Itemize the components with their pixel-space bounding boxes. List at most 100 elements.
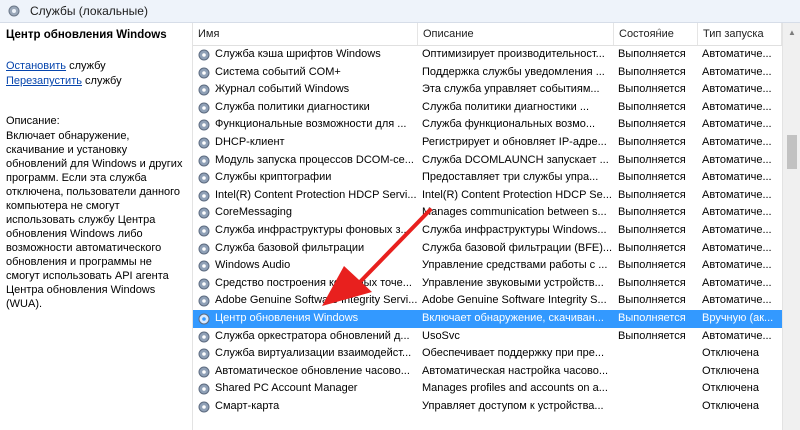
cell-startup: Отключена [702,347,759,360]
cell-name: Intel(R) Content Protection HDCP Servi..… [215,188,417,201]
cell-startup: Автоматиче... [702,259,772,272]
scroll-up-icon[interactable]: ▲ [783,23,800,41]
column-header-state[interactable]: ⌃ Состояние [614,23,698,45]
cell-name: Служба базовой фильтрации [215,241,365,254]
window-title: Службы (локальные) [30,4,148,18]
cell-startup: Автоматиче... [702,118,772,131]
cell-description: Включает обнаружение, скачиван... [422,312,604,324]
table-row[interactable]: Журнал событий Windows Эта служба управля… [193,81,782,99]
cell-state: Выполняется [618,83,686,96]
service-details-panel: Центр обновления Windows Остановить служ… [0,23,193,430]
scrollbar-thumb[interactable] [787,135,797,169]
cell-description: Управление звуковыми устройств... [422,276,604,289]
table-row[interactable]: Система событий COM+ Поддержка службы уве… [193,64,782,82]
cell-name: Функциональные возможности для ... [215,118,407,131]
cell-description: Служба политики диагностики ... [422,100,590,113]
column-header-startup[interactable]: Тип запуска [698,23,782,45]
column-header-state-label: Состояние [619,28,674,40]
cell-name: CoreMessaging [215,206,293,219]
table-row[interactable]: Adobe Genuine Software Integrity Servi..… [193,292,782,310]
cell-description: Intel(R) Content Protection HDCP Se... [422,188,612,201]
cell-description: UsoSvc [422,329,460,342]
column-header-startup-label: Тип запуска [703,28,764,40]
cell-state: Выполняется [618,48,686,60]
cell-state: Выполняется [618,206,686,219]
cell-name: Автоматическое обновление часово... [215,364,410,377]
cell-state: Выполняется [618,312,686,324]
cell-description: Служба функциональных возмо... [422,118,596,131]
sort-caret-icon: ⌃ [655,27,664,37]
cell-state [614,345,698,363]
cell-startup: Отключена [702,400,759,412]
table-row[interactable]: Службы криптографии Предоставляет три слу… [193,169,782,187]
cell-startup: Отключена [702,382,759,395]
cell-description: Эта служба управляет событиям... [422,83,600,96]
restart-service-link[interactable]: Перезапустить [6,75,82,87]
column-header-name[interactable]: Имя [193,23,418,45]
cell-name: Служба инфраструктуры фоновых з... [215,224,410,236]
column-header-description[interactable]: Описание [418,23,614,45]
stop-suffix: службу [66,60,106,72]
cell-state: Выполняется [618,188,686,201]
table-row[interactable]: CoreMessaging Manages communication betwe… [193,204,782,222]
cell-name: Adobe Genuine Software Integrity Servi..… [215,294,418,307]
table-row[interactable]: Служба кэша шрифтов Windows Оптимизирует … [193,46,782,64]
table-row[interactable]: Служба базовой фильтрации Служба базовой … [193,240,782,258]
cell-name: Средство построения конечных точе... [215,276,412,289]
cell-description: Оптимизирует производительност... [422,48,605,60]
cell-state [614,363,698,381]
cell-state: Выполняется [618,171,686,184]
cell-name: Модуль запуска процессов DCOM-се... [215,153,414,166]
cell-description: Manages profiles and accounts on a... [422,382,608,395]
description-label: Описание: [6,115,60,127]
table-row[interactable]: Windows Audio Управление средствами работ… [193,257,782,275]
cell-state: Выполняется [618,65,686,78]
cell-state [614,398,698,416]
cell-description: Служба базовой фильтрации (BFE)... [422,241,613,254]
table-row[interactable]: Модуль запуска процессов DCOM-се... Служб… [193,152,782,170]
cell-name: Смарт-карта [215,400,280,412]
table-row[interactable]: Автоматическое обновление часово... Автом… [193,363,782,381]
table-row[interactable]: Центр обновления Windows Включает обнаруж… [193,310,782,328]
cell-state: Выполняется [618,294,686,307]
cell-description: Поддержка службы уведомления ... [422,65,605,78]
table-row[interactable]: Средство построения конечных точе... Упра… [193,275,782,293]
cell-startup: Вручную (ак... [702,312,774,324]
cell-description: Регистрирует и обновляет IP-адре... [422,136,607,148]
table-row[interactable]: Служба виртуализации взаимодейст... Обесп… [193,345,782,363]
cell-startup: Автоматиче... [702,83,772,96]
table-row[interactable]: Intel(R) Content Protection HDCP Servi..… [193,187,782,205]
column-header-name-label: Имя [198,28,220,40]
cell-description: Adobe Genuine Software Integrity S... [422,294,607,307]
table-row[interactable]: Служба политики диагностики Служба полити… [193,99,782,117]
cell-startup: Автоматиче... [702,48,772,60]
table-row[interactable]: DHCP-клиент Регистрирует и обновляет IP-а… [193,134,782,152]
cell-name: Система событий COM+ [215,65,341,78]
table-row[interactable]: Shared PC Account Manager Manages profile… [193,380,782,398]
cell-startup: Автоматиче... [702,241,772,254]
cell-state: Выполняется [618,100,686,113]
stop-service-link[interactable]: Остановить [6,60,66,72]
table-row[interactable]: Служба оркестратора обновлений д... UsoSv… [193,328,782,346]
cell-startup: Автоматиче... [702,65,772,78]
cell-name: Служба оркестратора обновлений д... [215,329,410,342]
cell-startup: Автоматиче... [702,136,772,148]
table-row[interactable]: Смарт-карта Управляет доступом к устройст… [193,398,782,416]
cell-description: Автоматическая настройка часово... [422,364,609,377]
cell-state: Выполняется [618,276,686,289]
cell-state: Выполняется [618,241,686,254]
cell-name: Служба политики диагностики [215,100,370,113]
cell-state: Выполняется [618,329,686,342]
restart-suffix: службу [81,75,122,87]
cell-name: DHCP-клиент [215,136,285,148]
cell-name: Windows Audio [215,259,291,272]
cell-startup: Автоматиче... [702,276,772,289]
vertical-scrollbar[interactable]: ▲ [782,23,800,430]
cell-description: Управление средствами работы с ... [422,259,608,272]
cell-description: Управляет доступом к устройства... [422,400,604,412]
cell-startup: Автоматиче... [702,224,772,236]
table-row[interactable]: Функциональные возможности для ... Служба… [193,116,782,134]
cell-startup: Автоматиче... [702,206,772,219]
cell-description: Предоставляет три службы упра... [422,171,599,184]
table-row[interactable]: Служба инфраструктуры фоновых з... Служба… [193,222,782,240]
